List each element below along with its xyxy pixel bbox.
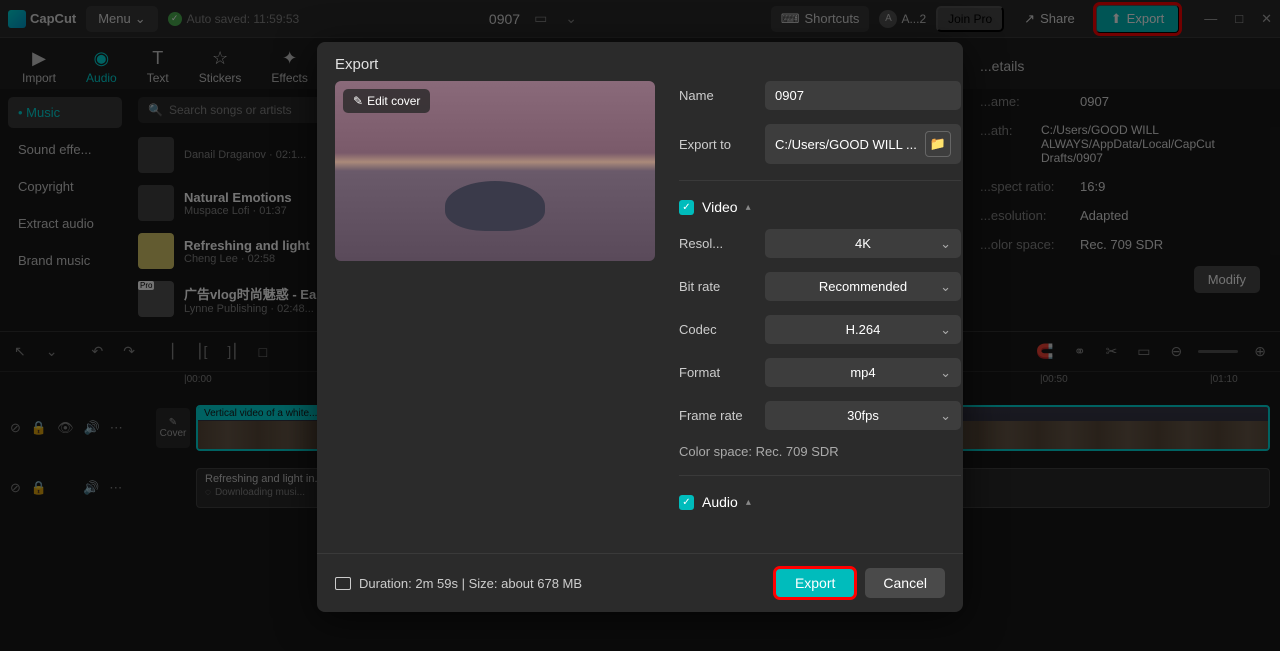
exportto-field[interactable]: C:/Users/GOOD WILL ... 📁 [765,124,961,164]
edit-cover-button[interactable]: ✎Edit cover [343,89,430,113]
export-confirm-button[interactable]: Export [775,568,855,598]
pencil-icon: ✎ [353,94,363,108]
colorspace-info: Color space: Rec. 709 SDR [679,444,961,459]
film-icon [335,577,351,590]
cover-preview: ✎Edit cover [335,81,655,261]
chevron-up-icon: ▴ [746,497,751,508]
checkbox-icon[interactable]: ✓ [679,200,694,215]
modal-overlay: Export ✎Edit cover Name Export to C:/Use… [0,0,1280,651]
dialog-title: Export [317,42,963,81]
video-section-header[interactable]: ✓ Video ▴ [679,199,961,215]
export-dialog: Export ✎Edit cover Name Export to C:/Use… [317,42,963,612]
codec-select[interactable]: H.264 [765,315,961,344]
name-label: Name [679,88,755,103]
name-input[interactable] [765,81,961,110]
checkbox-icon[interactable]: ✓ [679,495,694,510]
folder-icon[interactable]: 📁 [925,131,951,157]
resolution-select[interactable]: 4K [765,229,961,258]
exportto-label: Export to [679,137,755,152]
framerate-select[interactable]: 30fps [765,401,961,430]
audio-section-header[interactable]: ✓ Audio ▴ [679,494,961,510]
duration-info: Duration: 2m 59s | Size: about 678 MB [335,576,765,591]
format-select[interactable]: mp4 [765,358,961,387]
bitrate-select[interactable]: Recommended [765,272,961,301]
chevron-up-icon: ▴ [746,202,751,213]
cancel-button[interactable]: Cancel [865,568,945,598]
